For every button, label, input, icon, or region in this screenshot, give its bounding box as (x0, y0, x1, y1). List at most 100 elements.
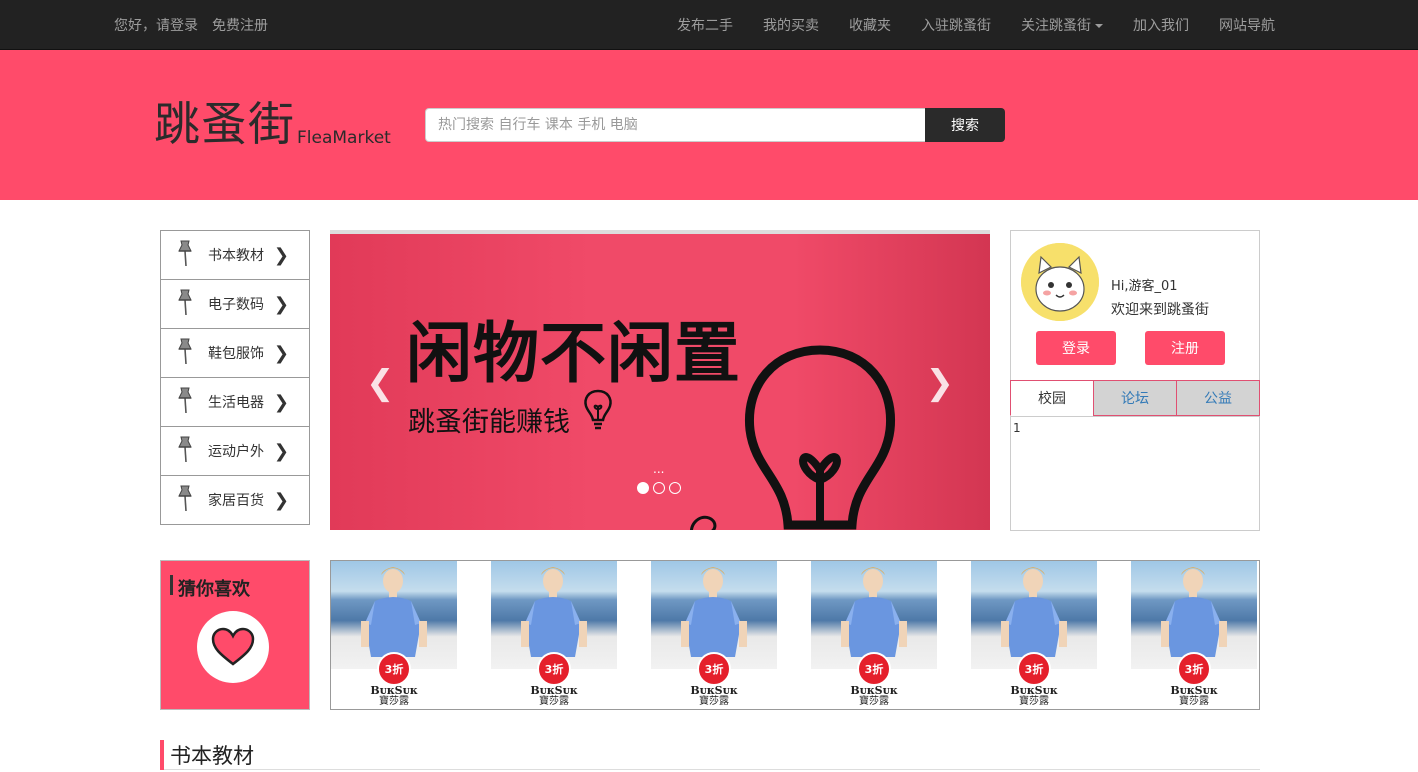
category-item[interactable]: 书本教材 ❯ (160, 230, 310, 280)
brand-name: BᴜᴋSᴜᴋ (1170, 684, 1218, 697)
brand-name: BᴜᴋSᴜᴋ (690, 684, 738, 697)
user-greeting: Hi,游客_01 (1111, 279, 1178, 294)
category-label: 书本教材 (208, 248, 264, 264)
category-item[interactable]: 生活电器 ❯ (160, 377, 310, 427)
search-button[interactable]: 搜索 (925, 108, 1005, 142)
category-label: 电子数码 (208, 297, 264, 313)
category-item[interactable]: 电子数码 ❯ (160, 279, 310, 329)
section-heading: 书本教材 (160, 740, 1260, 770)
small-lightbulb-icon (584, 389, 612, 430)
logo-cn: 跳蚤街 (154, 97, 295, 151)
nav-follow-dropdown[interactable]: 关注跳蚤街 (1021, 15, 1103, 35)
carousel-indicators (637, 482, 681, 494)
pushpin-icon (178, 289, 192, 316)
category-label: 运动户外 (208, 444, 264, 460)
category-item[interactable]: 鞋包服饰 ❯ (160, 328, 310, 378)
nav-join-us[interactable]: 加入我们 (1133, 15, 1189, 35)
product-strip: 3折 BᴜᴋSᴜᴋ 寶莎露 3折 BᴜᴋSᴜᴋ 寶莎露 3折 BᴜᴋSᴜᴋ 寶莎露 3折 BᴜᴋSᴜ… (330, 560, 1260, 710)
lightbulb-icon (744, 345, 896, 530)
nav-join-market[interactable]: 入驻跳蚤街 (921, 15, 991, 35)
product-card[interactable]: 3折 BᴜᴋSᴜᴋ 寶莎露 (651, 561, 777, 709)
banner-carousel: 闲物不闲置 跳蚤街能赚钱 ❮ ❯ ... (330, 230, 990, 530)
carousel-subtitle: 跳蚤街能赚钱 (408, 407, 570, 438)
register-link[interactable]: 免费注册 (212, 15, 268, 35)
chevron-right-icon: ❯ (273, 343, 289, 364)
brand-name: BᴜᴋSᴜᴋ (1010, 684, 1058, 697)
logo-en: FleaMarket (297, 128, 391, 148)
carousel-top-border (330, 230, 990, 234)
carousel-dot[interactable] (637, 482, 649, 494)
discount-badge: 3折 (537, 652, 571, 686)
search-bar: 搜索 (425, 108, 1005, 142)
nav-my-trades[interactable]: 我的买卖 (763, 15, 819, 35)
brand-name-cn: 寶莎露 (859, 696, 889, 707)
brand-name: BᴜᴋSᴜᴋ (530, 684, 578, 697)
avatar (1021, 243, 1099, 321)
section-title: 书本教材 (170, 744, 254, 768)
brand-name-cn: 寶莎露 (1019, 696, 1049, 707)
chevron-right-icon: ❯ (273, 441, 289, 462)
category-item[interactable]: 家居百货 ❯ (160, 475, 310, 525)
register-button[interactable]: 注册 (1145, 331, 1225, 365)
carousel-ellipsis: ... (653, 462, 665, 476)
search-input[interactable] (425, 108, 925, 142)
category-list: 书本教材 ❯ 电子数码 ❯ 鞋包服饰 ❯ 生活电器 ❯ 运动户外 ❯ 家居百货 ❯ (160, 230, 310, 525)
brand-name-cn: 寶莎露 (699, 696, 729, 707)
chevron-right-icon: ❯ (273, 245, 289, 266)
title-accent-bar (170, 575, 173, 595)
category-label: 家居百货 (208, 493, 264, 509)
discount-badge: 3折 (1017, 652, 1051, 686)
carousel-prev-button[interactable]: ❮ (366, 363, 395, 403)
product-card[interactable]: 3折 BᴜᴋSᴜᴋ 寶莎露 (811, 561, 937, 709)
nav-site-map[interactable]: 网站导航 (1219, 15, 1275, 35)
discount-badge: 3折 (377, 652, 411, 686)
cat-avatar-icon (1021, 243, 1099, 321)
guess-you-like-panel: 猜你喜欢 (160, 560, 310, 710)
nav-favorites[interactable]: 收藏夹 (849, 15, 891, 35)
login-link[interactable]: 您好，请登录 (114, 15, 198, 35)
discount-badge: 3折 (857, 652, 891, 686)
carousel-headline: 闲物不闲置 (406, 315, 741, 392)
category-label: 生活电器 (208, 395, 264, 411)
pushpin-icon (178, 485, 192, 512)
product-card[interactable]: 3折 BᴜᴋSᴜᴋ 寶莎露 (491, 561, 617, 709)
caret-down-icon (1095, 24, 1103, 28)
nav-publish[interactable]: 发布二手 (677, 15, 733, 35)
login-button[interactable]: 登录 (1036, 331, 1116, 365)
info-tabs: 校园 论坛 公益 (1010, 380, 1260, 416)
brand-name: BᴜᴋSᴜᴋ (850, 684, 898, 697)
user-panel: Hi,游客_01 欢迎来到跳蚤街 登录 注册 校园 论坛 公益 1 (1010, 230, 1260, 531)
category-item[interactable]: 运动户外 ❯ (160, 426, 310, 476)
tab-charity[interactable]: 公益 (1176, 380, 1260, 416)
tab-content: 1 (1011, 416, 1259, 530)
site-logo[interactable]: 跳蚤街 FleaMarket (154, 98, 391, 150)
heart-icon (211, 627, 255, 666)
discount-badge: 3折 (1177, 652, 1211, 686)
decorative-curl-icon (690, 515, 717, 530)
tab-campus[interactable]: 校园 (1010, 380, 1094, 416)
discount-badge: 3折 (697, 652, 731, 686)
product-card[interactable]: 3折 BᴜᴋSᴜᴋ 寶莎露 (331, 561, 457, 709)
brand-name-cn: 寶莎露 (539, 696, 569, 707)
pushpin-icon (178, 387, 192, 414)
nav-follow-label: 关注跳蚤街 (1021, 18, 1091, 34)
tab-forum[interactable]: 论坛 (1093, 380, 1177, 416)
pushpin-icon (178, 338, 192, 365)
carousel-next-button[interactable]: ❯ (926, 363, 955, 403)
brand-name-cn: 寶莎露 (379, 696, 409, 707)
chevron-right-icon: ❯ (273, 490, 289, 511)
category-label: 鞋包服饰 (208, 346, 264, 362)
product-card[interactable]: 3折 BᴜᴋSᴜᴋ 寶莎露 (971, 561, 1097, 709)
chevron-right-icon: ❯ (273, 294, 289, 315)
guess-title: 猜你喜欢 (178, 579, 250, 600)
welcome-text: 欢迎来到跳蚤街 (1111, 302, 1209, 318)
heart-badge[interactable] (197, 611, 269, 683)
top-navbar: 您好，请登录 免费注册 发布二手 我的买卖 收藏夹 入驻跳蚤街 关注跳蚤街 加入… (0, 0, 1418, 50)
carousel-dot[interactable] (669, 482, 681, 494)
carousel-dot[interactable] (653, 482, 665, 494)
header-banner: 跳蚤街 FleaMarket 搜索 (0, 50, 1418, 200)
chevron-right-icon: ❯ (273, 392, 289, 413)
pushpin-icon (178, 240, 192, 267)
section-accent-bar (160, 740, 164, 770)
product-card[interactable]: 3折 BᴜᴋSᴜᴋ 寶莎露 (1131, 561, 1257, 709)
